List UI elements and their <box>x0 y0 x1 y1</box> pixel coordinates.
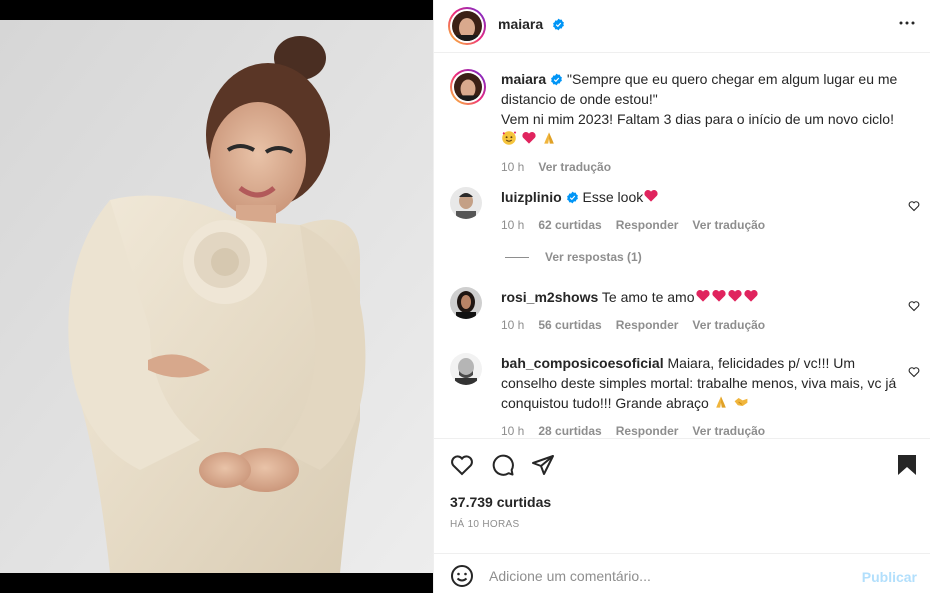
comment-likes[interactable]: 62 curtidas <box>538 218 601 232</box>
avatar-bah-image <box>450 353 482 385</box>
smiling-face-with-hearts-icon <box>502 131 517 145</box>
caption: maiara "Sempre que eu quero chegar em al… <box>450 69 920 174</box>
comment-time: 10 h <box>501 218 525 232</box>
comment-meta: 10 h 56 curtidas Responder Ver tradução <box>501 315 901 335</box>
commenter-avatar[interactable] <box>450 287 482 319</box>
comment-meta: 10 h 62 curtidas Responder Ver tradução <box>501 215 901 235</box>
heart-outline-icon <box>908 367 920 378</box>
heart-outline-icon <box>908 301 920 312</box>
comment-translate-link[interactable]: Ver tradução <box>692 318 765 332</box>
header-avatar-ring[interactable] <box>448 7 486 45</box>
avatar-inner <box>452 71 484 103</box>
caption-username[interactable]: maiara <box>501 71 546 87</box>
commenter-avatar[interactable] <box>450 187 482 219</box>
post-photo[interactable] <box>0 0 433 593</box>
share-button[interactable] <box>531 453 555 482</box>
header-username-wrap: maiara <box>498 16 565 34</box>
avatar-luizplinio-image <box>450 187 482 219</box>
view-replies-button[interactable]: Ver respostas (1) <box>505 250 642 264</box>
avatar-maiara-image <box>452 11 482 41</box>
comment-time: 10 h <box>501 318 525 332</box>
heart-outline-icon <box>908 201 920 212</box>
more-horizontal-icon <box>899 21 915 25</box>
comments-scroll-area[interactable]: maiara "Sempre que eu quero chegar em al… <box>434 53 930 439</box>
caption-time: 10 h <box>501 160 525 174</box>
reply-button[interactable]: Responder <box>616 424 679 438</box>
bookmark-filled-icon <box>898 455 916 475</box>
caption-avatar-ring[interactable] <box>450 69 486 105</box>
comment: bah_composicoesoficial Maiara, felicidad… <box>450 353 920 438</box>
avatar <box>452 11 482 41</box>
caption-meta: 10 h Ver tradução <box>501 157 901 177</box>
avatar-maiara-image <box>454 73 482 101</box>
comment-text: luizplinio Esse look 10 h 62 curtidas Resp… <box>501 187 901 235</box>
caption-translate-link[interactable]: Ver tradução <box>538 160 611 174</box>
comment-bubble-icon <box>492 454 514 476</box>
folded-hands-icon <box>715 396 726 408</box>
comment: luizplinio Esse look 10 h 62 curtidas Resp… <box>450 187 920 247</box>
comment-meta: 10 h 28 curtidas Responder Ver tradução <box>501 421 901 438</box>
folded-hands-icon <box>543 132 554 144</box>
comment-username[interactable]: bah_composicoesoficial <box>501 355 664 371</box>
red-heart-icon <box>644 189 658 202</box>
reply-button[interactable]: Responder <box>616 218 679 232</box>
comment-body: Esse look <box>582 189 644 205</box>
red-heart-icon <box>695 289 710 302</box>
avatar-rosi-image <box>450 287 482 319</box>
header-username[interactable]: maiara <box>498 16 543 32</box>
comment-input[interactable] <box>489 564 849 588</box>
paper-plane-icon <box>532 455 554 475</box>
comment-body: Te amo te amo <box>601 289 695 305</box>
action-bar <box>434 449 930 481</box>
red-heart-icon <box>743 289 758 302</box>
caption-text: maiara "Sempre que eu quero chegar em al… <box>501 69 901 177</box>
post-side-panel: maiara maiara "Sempre que eu quero chega… <box>433 0 930 593</box>
comment-time: 10 h <box>501 424 525 438</box>
avatar-inner <box>450 9 484 43</box>
comment-text: bah_composicoesoficial Maiara, felicidad… <box>501 353 901 438</box>
verified-badge-icon <box>551 73 563 86</box>
comment-username[interactable]: luizplinio <box>501 189 562 205</box>
comment-translate-link[interactable]: Ver tradução <box>692 424 765 438</box>
photo-woman-in-cream-dress <box>0 0 433 593</box>
caption-line2: Vem ni mim 2023! Faltam 3 dias para o in… <box>501 111 894 127</box>
comment-like-button[interactable] <box>908 299 920 317</box>
comment-likes[interactable]: 56 curtidas <box>538 318 601 332</box>
instagram-post-window: maiara maiara "Sempre que eu quero chega… <box>0 0 930 593</box>
avatar <box>454 73 482 101</box>
heart-icon <box>451 455 473 476</box>
reply-button[interactable]: Responder <box>616 318 679 332</box>
commenter-avatar[interactable] <box>450 353 482 385</box>
comment: rosi_m2shows Te amo te amo 10 h 56 curtid… <box>450 287 920 347</box>
like-button[interactable] <box>450 453 474 482</box>
add-comment-bar: Publicar <box>434 553 930 593</box>
red-heart-icon <box>727 289 742 302</box>
handshake-icon <box>734 398 747 406</box>
likes-count[interactable]: 37.739 curtidas <box>450 494 551 510</box>
more-options-button[interactable] <box>898 14 916 37</box>
view-replies-label: Ver respostas (1) <box>545 250 642 264</box>
comment-likes[interactable]: 28 curtidas <box>538 424 601 438</box>
publish-button[interactable]: Publicar <box>862 569 917 585</box>
verified-badge-icon <box>552 18 564 31</box>
red-heart-icon <box>522 131 536 144</box>
verified-badge-icon <box>566 191 578 204</box>
post-timestamp: HÁ 10 HORAS <box>450 519 520 530</box>
smiley-face-icon <box>451 565 473 587</box>
comment-like-button[interactable] <box>908 199 920 217</box>
comment-like-button[interactable] <box>908 365 920 383</box>
red-heart-icon <box>711 289 726 302</box>
save-button[interactable] <box>896 453 918 482</box>
comment-translate-link[interactable]: Ver tradução <box>692 218 765 232</box>
emoji-picker-button[interactable] <box>450 564 474 593</box>
comment-username[interactable]: rosi_m2shows <box>501 289 598 305</box>
post-header: maiara <box>434 0 930 53</box>
comment-text: rosi_m2shows Te amo te amo 10 h 56 curtid… <box>501 287 901 335</box>
comment-button[interactable] <box>491 453 515 482</box>
replies-divider-line <box>505 257 529 259</box>
